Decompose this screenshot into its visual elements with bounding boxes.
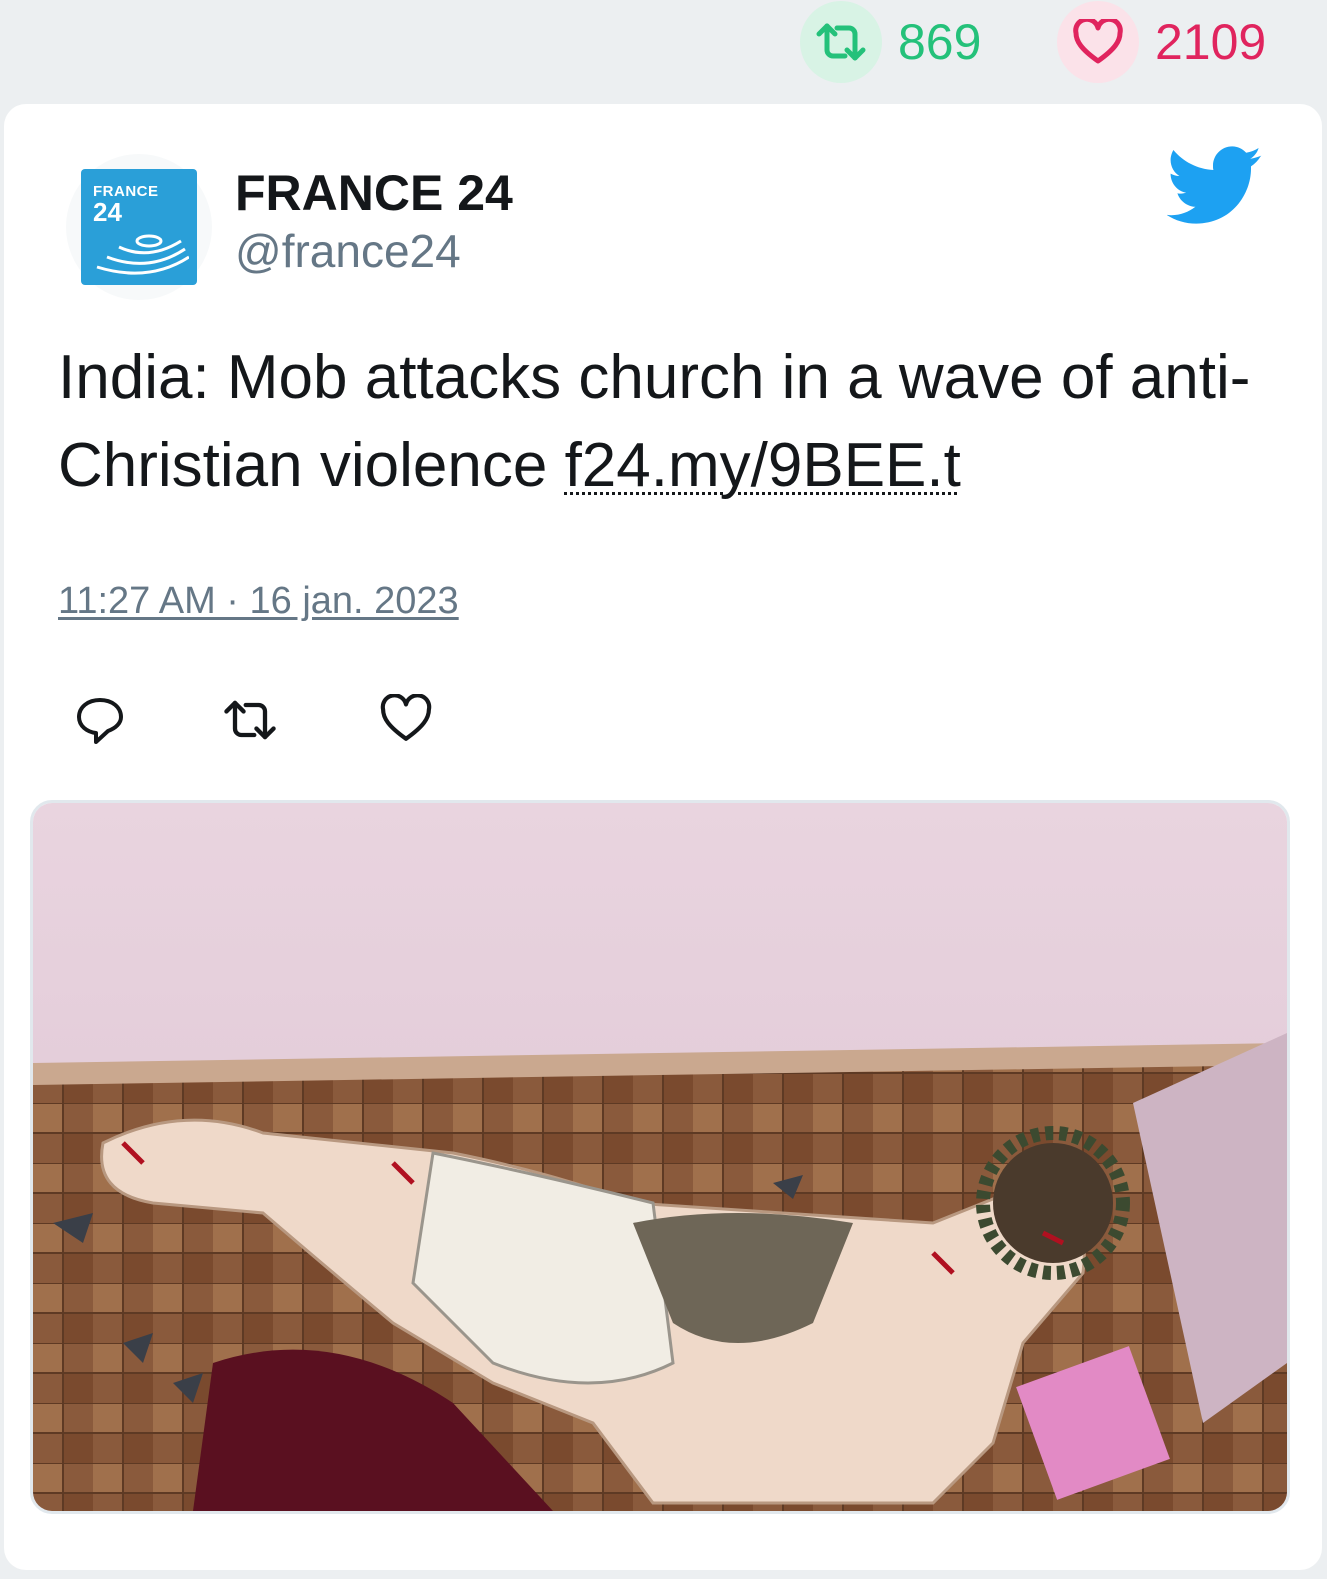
tweet-text: India: Mob attacks church in a wave of a… — [58, 334, 1278, 510]
retweet-button[interactable] — [220, 694, 280, 751]
statue-photo-illustration — [33, 803, 1287, 1511]
retweet-action-icon — [224, 700, 276, 740]
twitter-bird-icon[interactable] — [1166, 146, 1263, 231]
tweet-link[interactable]: f24.my/9BEE.t — [565, 431, 961, 500]
retweet-stat[interactable]: 869 — [800, 0, 981, 84]
retweet-count: 869 — [898, 14, 982, 70]
heart-action-icon — [380, 693, 432, 741]
author-name[interactable]: FRANCE 24 — [235, 164, 513, 222]
tweet-timestamp[interactable]: 11:27 AM · 16 jan. 2023 — [58, 580, 459, 623]
like-stat[interactable]: 2109 — [1057, 0, 1266, 84]
reply-button[interactable] — [74, 694, 126, 751]
logo-waves-icon — [96, 234, 189, 275]
avatar[interactable]: FRANCE 24 — [66, 154, 212, 300]
france24-logo: FRANCE 24 — [81, 169, 197, 285]
retweet-icon[interactable] — [800, 1, 882, 83]
author-handle[interactable]: @france24 — [235, 224, 461, 278]
like-button[interactable] — [380, 693, 432, 749]
logo-text-24: 24 — [93, 197, 122, 227]
reply-icon — [77, 698, 123, 744]
heart-icon[interactable] — [1057, 1, 1139, 83]
tweet-card: FRANCE 24 FRANCE 24 @france24 India: Mob… — [4, 104, 1322, 1570]
like-count: 2109 — [1155, 14, 1267, 70]
tweet-photo[interactable] — [30, 800, 1290, 1514]
top-stats-bar: 869 2109 — [0, 0, 1327, 100]
